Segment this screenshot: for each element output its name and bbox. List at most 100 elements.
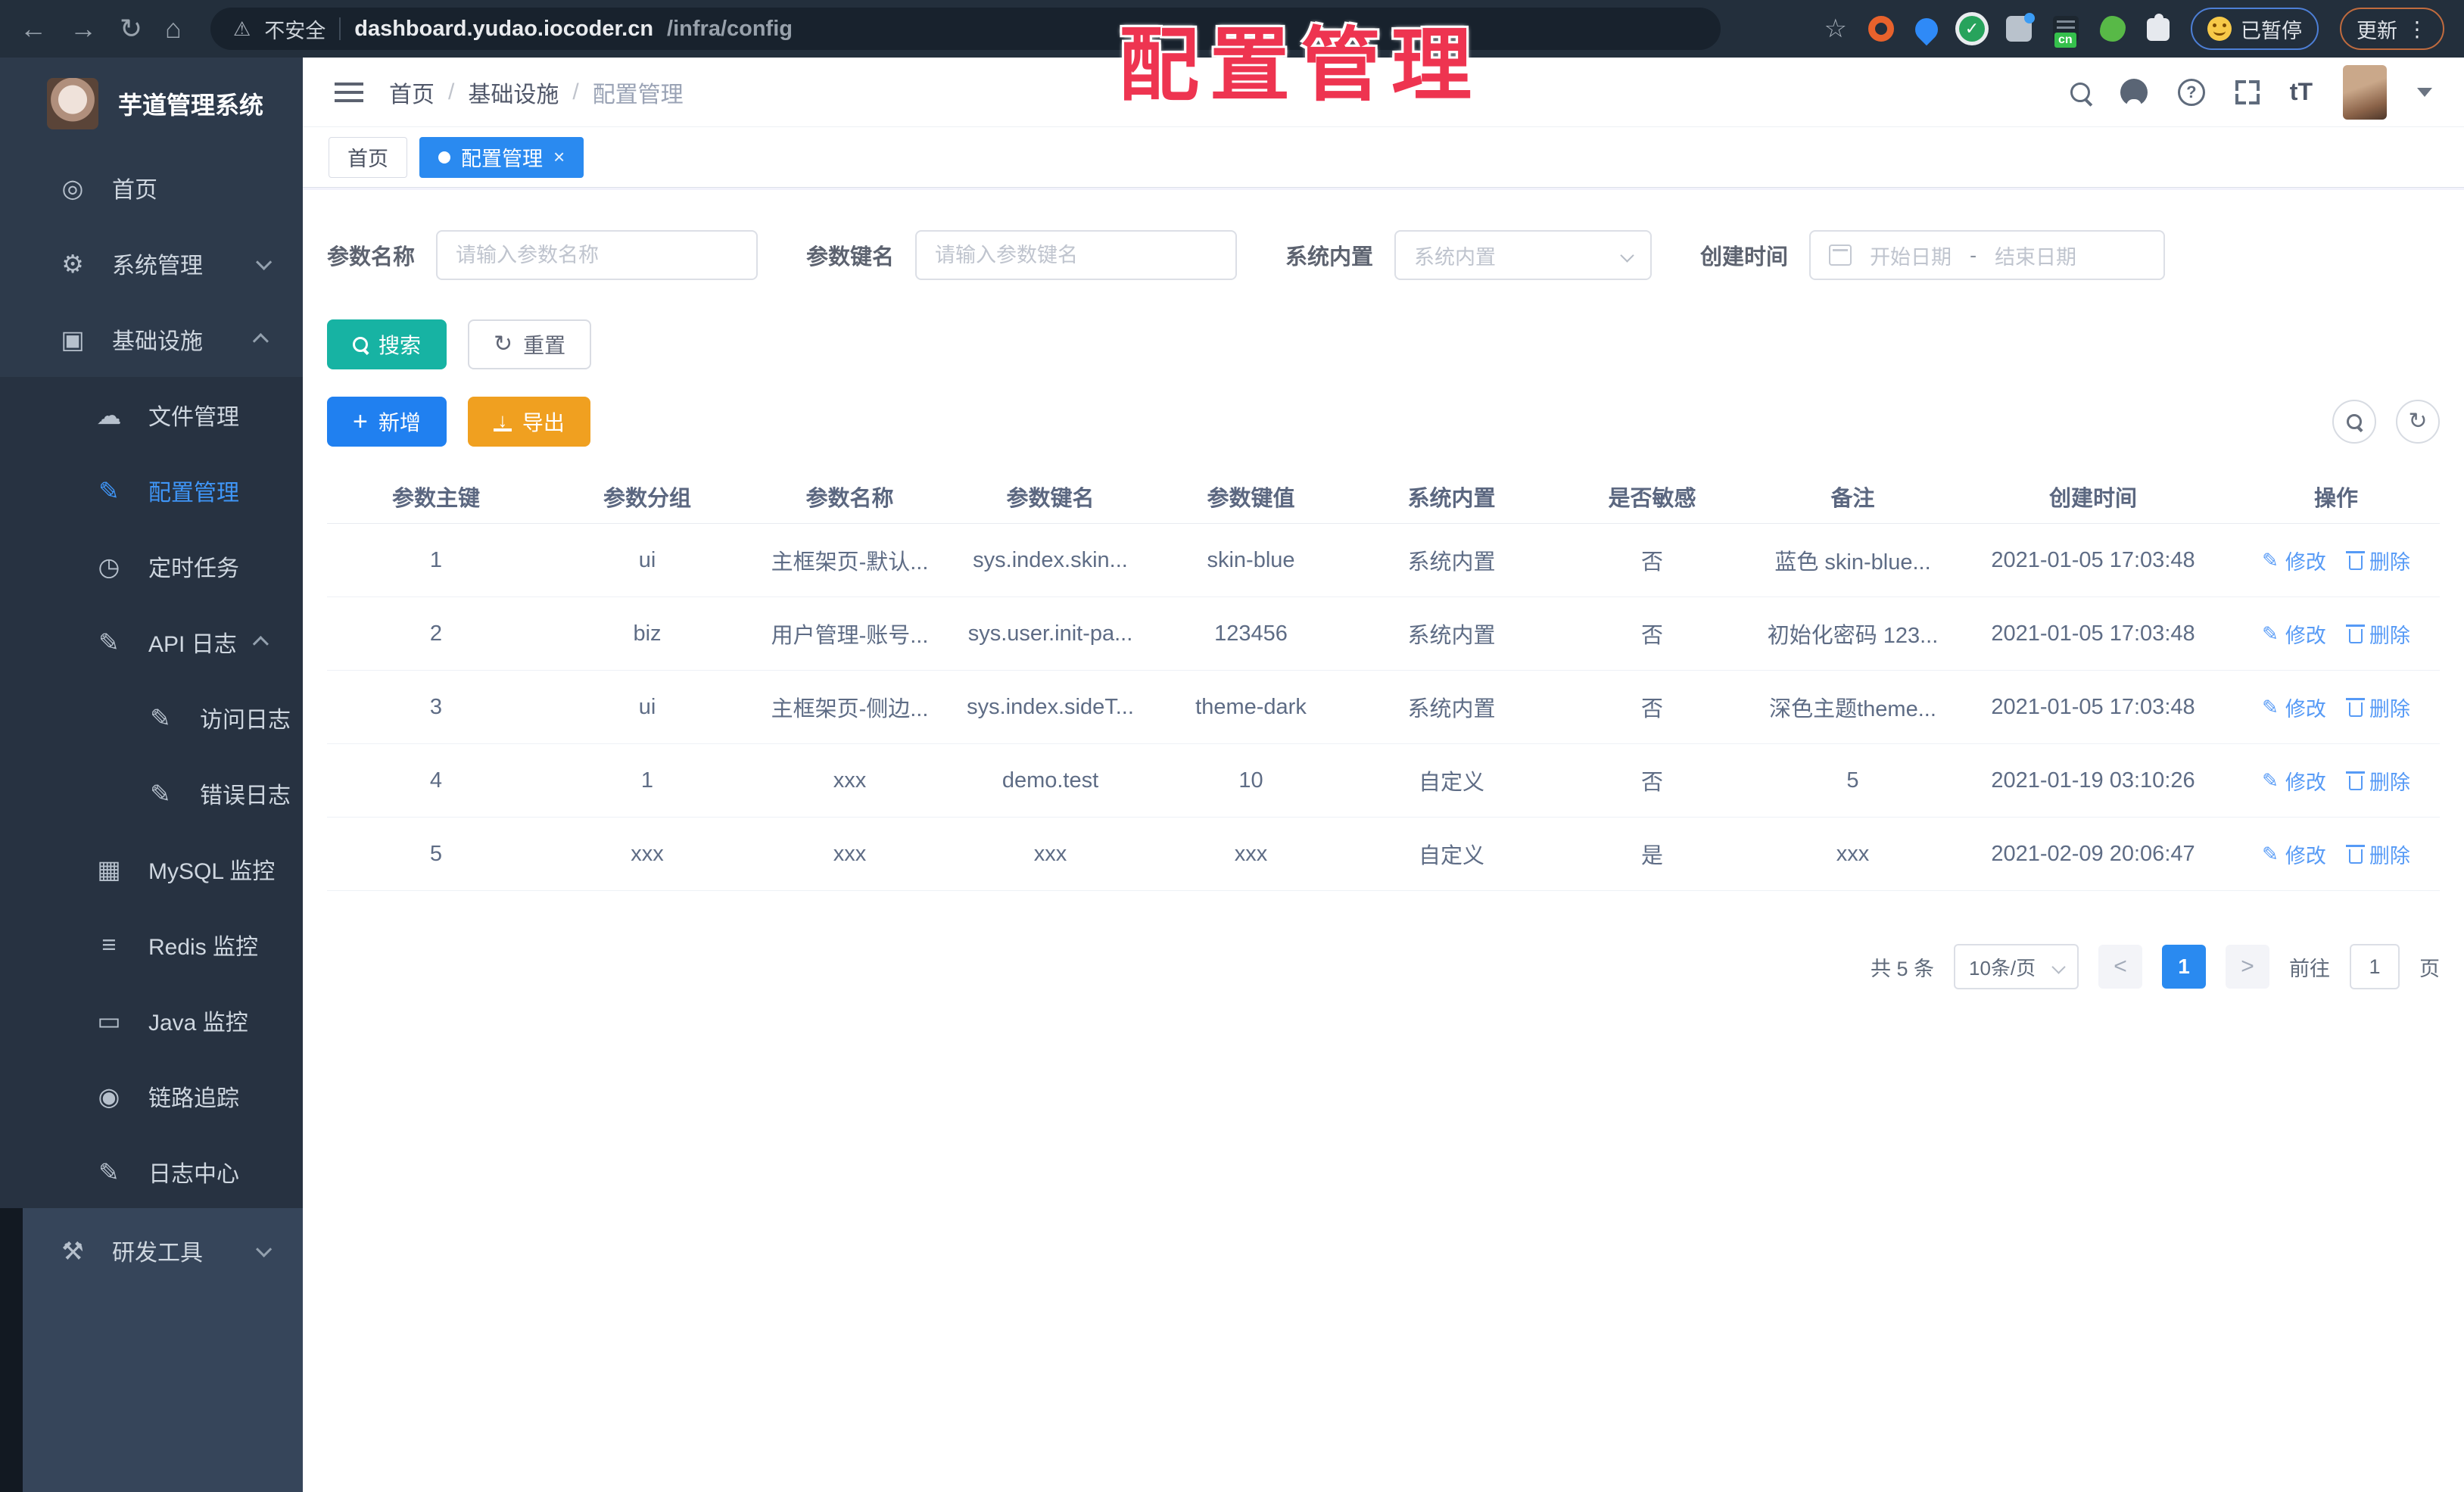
prev-page-button[interactable]: <: [2098, 945, 2142, 989]
cell: 2: [429, 621, 443, 646]
search-icon: [353, 337, 368, 352]
extension-leaf-icon[interactable]: [2100, 16, 2126, 42]
cell: xxx: [833, 841, 867, 866]
user-avatar[interactable]: [2343, 64, 2387, 120]
sidebar-item-scheduled-jobs[interactable]: ◷ 定时任务: [0, 528, 303, 604]
extension-pin-icon[interactable]: [1910, 13, 1943, 46]
page-number-button[interactable]: 1: [2162, 945, 2206, 989]
edit-link[interactable]: ✎ 修改: [2262, 546, 2326, 575]
goto-page-input[interactable]: [2350, 944, 2400, 989]
sidebar-submenu-infra: ☁ 文件管理 ✎ 配置管理 ◷ 定时任务 ✎ API 日志 ✎ 访问日志 ✎ 错…: [0, 377, 303, 1210]
param-key-label: 参数键名: [806, 245, 895, 269]
sidebar-item-label: 研发工具: [112, 1241, 203, 1266]
search-icon: [2347, 414, 2362, 429]
start-date-placeholder: 开始日期: [1870, 245, 1952, 269]
back-icon[interactable]: ←: [20, 15, 47, 42]
edit-link[interactable]: ✎ 修改: [2262, 693, 2326, 722]
param-name-input[interactable]: [436, 230, 759, 280]
search-button[interactable]: 搜索: [327, 319, 447, 369]
tab-config-manage[interactable]: 配置管理 ×: [419, 136, 584, 178]
column-header: 参数分组: [603, 486, 691, 511]
zoom-tool-button[interactable]: [2332, 400, 2376, 444]
extension-check-icon[interactable]: ✓: [1959, 16, 1985, 42]
app-logo-row[interactable]: 芋道管理系统: [0, 58, 303, 150]
cloud-upload-icon: ☁: [96, 400, 122, 429]
delete-link[interactable]: 删除: [2346, 619, 2410, 649]
cell: 否: [1640, 550, 1663, 575]
page-size-select[interactable]: 10条/页: [1954, 944, 2079, 989]
add-button[interactable]: + 新增: [327, 397, 447, 447]
breadcrumb-infra[interactable]: 基础设施: [468, 76, 559, 109]
param-name-field[interactable]: [456, 243, 739, 267]
sidebar-item-redis-monitor[interactable]: ≡ Redis 监控: [0, 907, 303, 983]
param-key-field[interactable]: [935, 243, 1218, 267]
font-size-icon[interactable]: tT: [2290, 78, 2313, 106]
delete-link[interactable]: 删除: [2346, 693, 2410, 722]
sidebar-item-config-manage[interactable]: ✎ 配置管理: [0, 453, 303, 528]
edit-icon: ✎: [2262, 696, 2279, 718]
screen-icon: ▭: [97, 1006, 121, 1035]
sidebar-item-file-manage[interactable]: ☁ 文件管理: [0, 377, 303, 453]
date-range-picker[interactable]: 开始日期 - 结束日期: [1809, 230, 2166, 280]
bookmark-star-icon[interactable]: ☆: [1824, 14, 1847, 44]
delete-link[interactable]: 删除: [2346, 839, 2410, 869]
next-page-button[interactable]: >: [2226, 945, 2269, 989]
collapse-menu-icon[interactable]: [335, 81, 363, 104]
reload-icon[interactable]: ↻: [120, 15, 142, 42]
sidebar-item-error-log[interactable]: ✎ 错误日志: [0, 755, 303, 831]
export-button[interactable]: ↓ 导出: [467, 397, 590, 447]
search-icon[interactable]: [2070, 82, 2090, 102]
sidebar-item-label: API 日志: [148, 632, 237, 657]
sidebar-item-infra[interactable]: ▣ 基础设施: [0, 301, 303, 377]
paused-extension-pill[interactable]: 已暂停: [2191, 8, 2319, 50]
home-icon[interactable]: ⌂: [165, 15, 182, 42]
help-icon[interactable]: ?: [2177, 78, 2205, 106]
chrome-update-button[interactable]: 更新 ⋮: [2340, 8, 2444, 50]
extension-cn-icon[interactable]: cn: [2053, 16, 2079, 48]
tab-home[interactable]: 首页: [329, 136, 407, 178]
cell: 2021-01-05 17:03:48: [1991, 694, 2195, 719]
builtin-select[interactable]: 系统内置: [1394, 230, 1653, 280]
fullscreen-icon[interactable]: [2235, 79, 2260, 104]
row-actions: ✎ 修改 删除: [2233, 839, 2439, 869]
edit-link[interactable]: ✎ 修改: [2262, 619, 2326, 649]
param-key-input[interactable]: [915, 230, 1238, 280]
cell: 10: [1238, 768, 1263, 793]
sidebar-item-label: 文件管理: [148, 405, 239, 430]
sidebar-item-mysql-monitor[interactable]: ▦ MySQL 监控: [0, 831, 303, 907]
table-tools: ↻: [2332, 400, 2440, 444]
breadcrumb-home[interactable]: 首页: [389, 76, 435, 109]
edit-link[interactable]: ✎ 修改: [2262, 766, 2326, 796]
reset-button[interactable]: ↻ 重置: [468, 319, 592, 369]
sidebar-item-tracing[interactable]: ◉ 链路追踪: [0, 1058, 303, 1134]
gear-icon: ⚙: [61, 249, 84, 278]
sidebar-item-java-monitor[interactable]: ▭ Java 监控: [0, 983, 303, 1058]
extension-grid-icon[interactable]: [2006, 13, 2035, 42]
delete-link[interactable]: 删除: [2346, 766, 2410, 796]
header-actions: ? tT: [2070, 64, 2432, 120]
edit-link[interactable]: ✎ 修改: [2262, 839, 2326, 869]
url-divider: [339, 17, 341, 40]
browser-menu-icon[interactable]: ⋮: [2406, 17, 2428, 42]
cell: 否: [1640, 697, 1663, 721]
sidebar-item-home[interactable]: ◎ 首页: [0, 150, 303, 226]
chevron-down-icon[interactable]: [2417, 87, 2432, 97]
sidebar: 芋道管理系统 ◎ 首页 ⚙ 系统管理 ▣ 基础设施 ☁ 文件管理 ✎ 配置管理 …: [0, 58, 303, 1492]
delete-link[interactable]: 删除: [2346, 546, 2410, 575]
forward-icon[interactable]: →: [70, 15, 97, 42]
close-icon[interactable]: ×: [553, 145, 565, 169]
sidebar-item-log-center[interactable]: ✎ 日志中心: [0, 1134, 303, 1210]
extensions-puzzle-icon[interactable]: [2147, 14, 2170, 41]
github-icon[interactable]: [2120, 78, 2148, 106]
address-bar[interactable]: ⚠ 不安全 dashboard.yudao.iocoder.cn /infra/…: [210, 8, 1721, 50]
tools-icon: ⚒: [61, 1236, 84, 1265]
sidebar-item-system[interactable]: ⚙ 系统管理: [0, 226, 303, 301]
sidebar-item-api-log[interactable]: ✎ API 日志: [0, 604, 303, 680]
refresh-tool-button[interactable]: ↻: [2396, 400, 2440, 444]
sidebar-item-dev-tools[interactable]: ⚒ 研发工具: [0, 1208, 303, 1293]
extension-orange-icon[interactable]: [1868, 16, 1894, 42]
sidebar-item-access-log[interactable]: ✎ 访问日志: [0, 680, 303, 755]
app-title: 芋道管理系统: [118, 92, 264, 119]
dashboard-icon: ◎: [61, 173, 84, 202]
reset-button-label: 重置: [523, 334, 566, 357]
